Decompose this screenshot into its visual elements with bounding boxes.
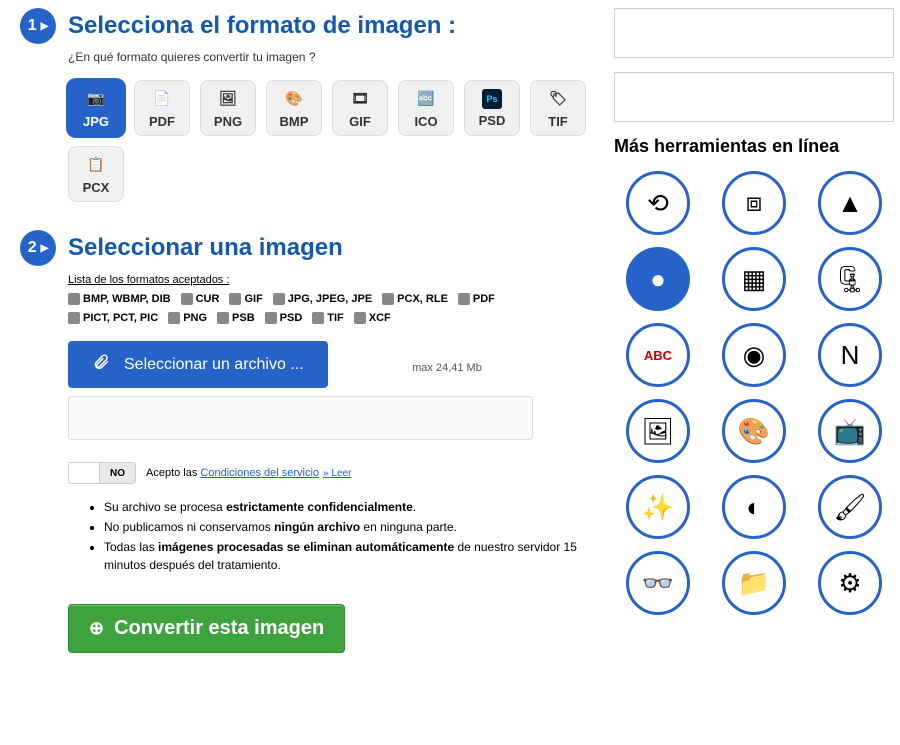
- toggle-knob: [69, 463, 99, 483]
- format-label: PSD: [479, 113, 506, 128]
- format-bmp-button[interactable]: 🎨 BMP: [266, 80, 322, 136]
- tools-title: Más herramientas en línea: [614, 136, 894, 157]
- mirror-tool[interactable]: ▲: [818, 171, 882, 235]
- compress-tool[interactable]: 🗜: [818, 247, 882, 311]
- privacy-list: Su archivo se procesa estrictamente conf…: [80, 498, 594, 574]
- grid-tool[interactable]: ▦: [722, 247, 786, 311]
- gif-icon: 🎞: [349, 88, 371, 110]
- psd-icon: Ps: [482, 89, 502, 109]
- accepted-format: PCX, RLE: [382, 290, 448, 309]
- file-drop-area[interactable]: [68, 396, 533, 440]
- accepted-format: CUR: [181, 290, 220, 309]
- crop-tool[interactable]: ⧈: [722, 171, 786, 235]
- privacy-item: No publicamos ni conservamos ningún arch…: [104, 518, 594, 536]
- step2-badge: 2▶: [20, 230, 56, 266]
- format-label: BMP: [280, 114, 309, 129]
- accepted-format: PSB: [217, 309, 255, 328]
- accepted-format: JPG, JPEG, JPE: [273, 290, 372, 309]
- format-grid: 📷 JPG 📄 PDF 🖼 PNG 🎨 BMP 🎞 GIF 🔤 ICO Ps PSD 🏷 TIF 📋 PCX: [68, 80, 594, 202]
- sphere-tool[interactable]: ◐: [722, 475, 786, 539]
- format-label: PCX: [83, 180, 110, 195]
- format-tif-button[interactable]: 🏷 TIF: [530, 80, 586, 136]
- terms-row: NO Acepto las Condiciones del servicio »…: [68, 462, 594, 484]
- privacy-item: Todas las imágenes procesadas se elimina…: [104, 538, 594, 574]
- terms-link[interactable]: Condiciones del servicio: [200, 467, 319, 479]
- step2-title: Seleccionar una imagen: [68, 234, 343, 262]
- brush-tool[interactable]: 🖌: [818, 475, 882, 539]
- ad-box-1: [614, 8, 894, 58]
- step1-badge: 1▶: [20, 8, 56, 44]
- main-panel: 1▶ Selecciona el formato de imagen : ¿En…: [4, 8, 594, 653]
- terms-text: Acepto las Condiciones del servicio: [146, 467, 319, 479]
- accepted-format: BMP, WBMP, DIB: [68, 290, 171, 309]
- icons-tool[interactable]: ⚙: [818, 551, 882, 615]
- format-label: TIF: [548, 114, 568, 129]
- format-label: JPG: [83, 114, 109, 129]
- play-icon: ▶: [41, 21, 49, 32]
- tv-tool[interactable]: 📺: [818, 399, 882, 463]
- rotate-tool[interactable]: ⟲: [626, 171, 690, 235]
- format-label: PDF: [149, 114, 175, 129]
- step1-header: 1▶ Selecciona el formato de imagen :: [20, 8, 594, 44]
- badge-tool[interactable]: ◉: [722, 323, 786, 387]
- palette-tool[interactable]: 🎨: [722, 399, 786, 463]
- privacy-item: Su archivo se procesa estrictamente conf…: [104, 498, 594, 516]
- accepted-format: PDF: [458, 290, 495, 309]
- resize-tool[interactable]: ●: [626, 247, 690, 311]
- format-ico-button[interactable]: 🔤 ICO: [398, 80, 454, 136]
- download-icon: ⊕: [89, 618, 104, 639]
- max-size-label: max 24,41 Mb: [412, 362, 482, 374]
- read-link[interactable]: » Leer: [323, 468, 351, 479]
- abc-tool[interactable]: ABC: [626, 323, 690, 387]
- ico-icon: 🔤: [415, 88, 437, 110]
- accepted-format: PNG: [168, 309, 207, 328]
- format-pdf-button[interactable]: 📄 PDF: [134, 80, 190, 136]
- format-label: ICO: [414, 114, 437, 129]
- format-jpg-button[interactable]: 📷 JPG: [68, 80, 124, 136]
- step2-header: 2▶ Seleccionar una imagen: [20, 230, 594, 266]
- paperclip-icon: [92, 353, 110, 376]
- toggle-no-label: NO: [99, 463, 135, 483]
- sepia-tool[interactable]: 🖼: [626, 399, 690, 463]
- format-png-button[interactable]: 🖼 PNG: [200, 80, 256, 136]
- accepted-format: XCF: [354, 309, 391, 328]
- folder-tool[interactable]: 📁: [722, 551, 786, 615]
- pcx-icon: 📋: [85, 154, 107, 176]
- format-label: PNG: [214, 114, 242, 129]
- pdf-icon: 📄: [151, 88, 173, 110]
- tools-grid: ⟲ ⧈ ▲ ● ▦ 🗜 ABC ◉ N 🖼 🎨 📺 ✨ ◐ 🖌 👓 📁 ⚙: [614, 171, 894, 615]
- terms-toggle[interactable]: NO: [68, 462, 136, 484]
- format-label: GIF: [349, 114, 371, 129]
- play-icon: ▶: [41, 243, 49, 254]
- 3d-tool[interactable]: 👓: [626, 551, 690, 615]
- format-gif-button[interactable]: 🎞 GIF: [332, 80, 388, 136]
- png-icon: 🖼: [217, 88, 239, 110]
- jpg-icon: 📷: [85, 88, 107, 110]
- format-pcx-button[interactable]: 📋 PCX: [68, 146, 124, 202]
- select-file-label: Seleccionar un archivo ...: [124, 356, 304, 374]
- accepted-format: PSD: [265, 309, 303, 328]
- ad-box-2: [614, 72, 894, 122]
- accepted-format: GIF: [229, 290, 262, 309]
- convert-button[interactable]: ⊕ Convertir esta imagen: [68, 604, 345, 653]
- nb-tool[interactable]: N: [818, 323, 882, 387]
- step1-title: Selecciona el formato de imagen :: [68, 12, 456, 40]
- bmp-icon: 🎨: [283, 88, 305, 110]
- format-psd-button[interactable]: Ps PSD: [464, 80, 520, 136]
- select-file-button[interactable]: Seleccionar un archivo ...: [68, 341, 328, 388]
- accepted-format: PICT, PCT, PIC: [68, 309, 158, 328]
- tif-icon: 🏷: [547, 88, 569, 110]
- effects-tool[interactable]: ✨: [626, 475, 690, 539]
- convert-button-label: Convertir esta imagen: [114, 617, 324, 640]
- accepted-format: TIF: [312, 309, 344, 328]
- step1-subtitle: ¿En qué formato quieres convertir tu ima…: [68, 50, 594, 64]
- accepted-formats-label: Lista de los formatos aceptados :: [68, 274, 594, 286]
- accepted-formats-list: BMP, WBMP, DIB CUR GIF JPG, JPEG, JPE PCX, R…: [68, 290, 594, 327]
- sidebar: Más herramientas en línea ⟲ ⧈ ▲ ● ▦ 🗜 ABC ◉ N 🖼 🎨 📺…: [614, 8, 894, 653]
